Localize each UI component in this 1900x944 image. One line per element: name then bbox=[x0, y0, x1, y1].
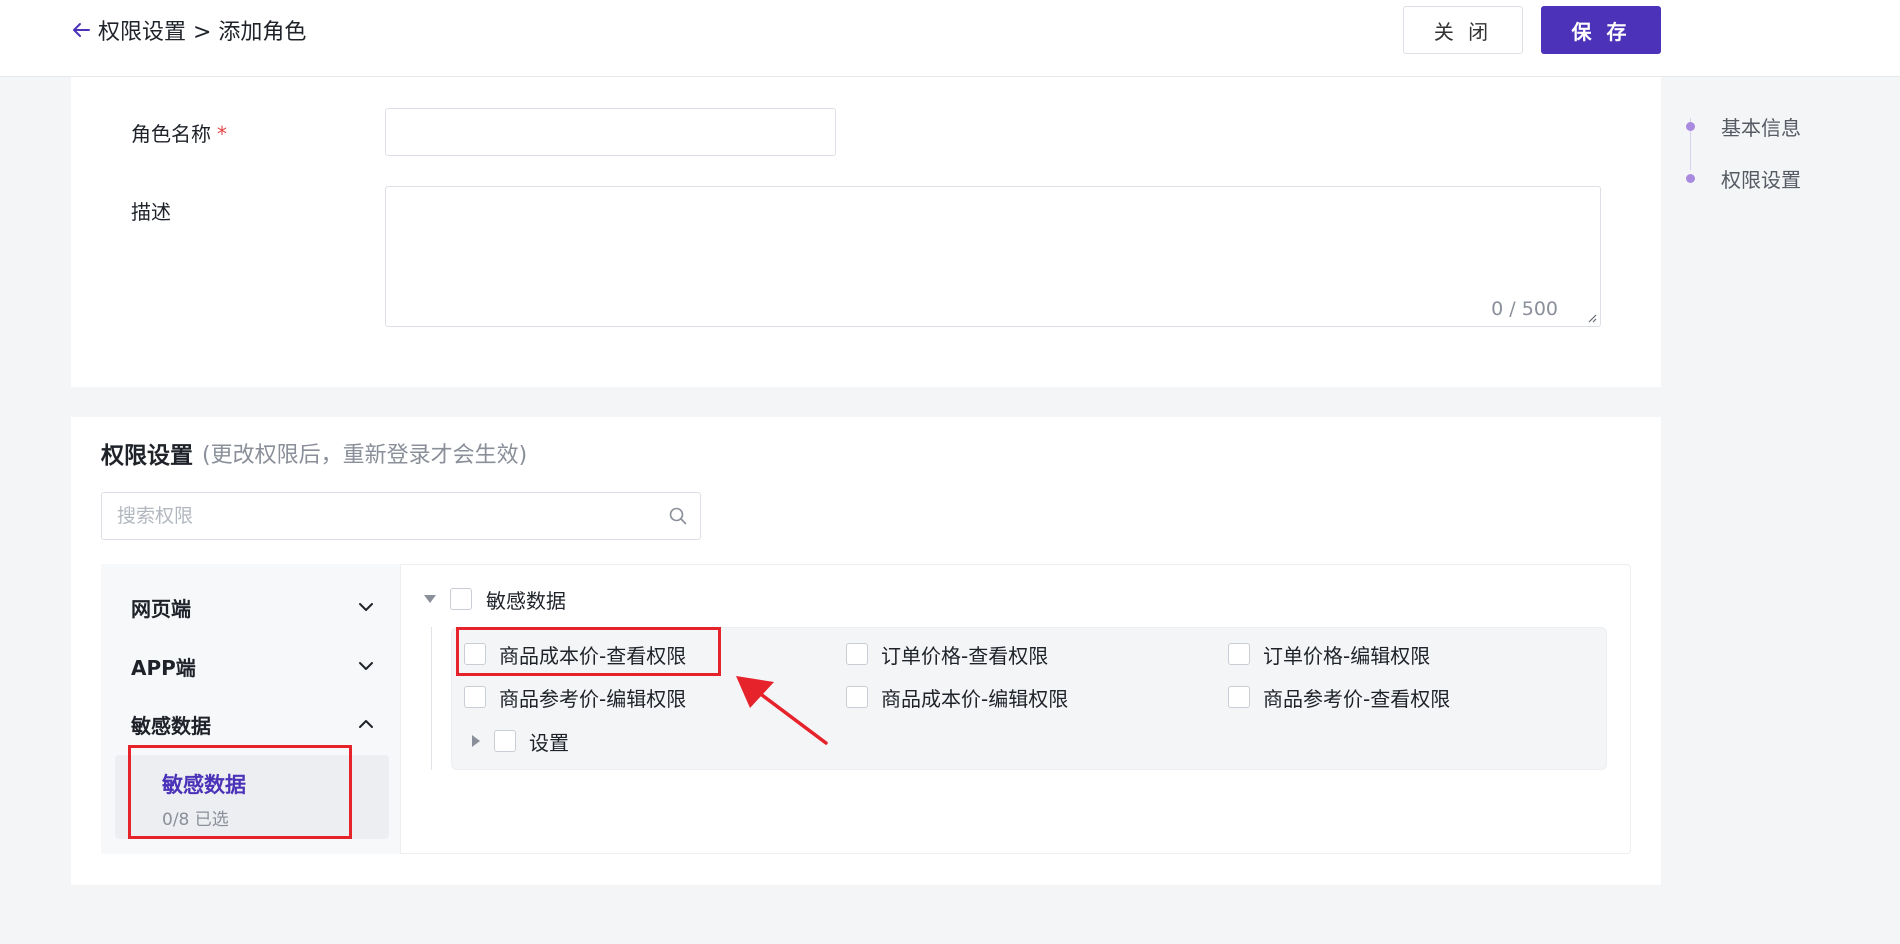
checkbox[interactable] bbox=[1228, 643, 1250, 665]
group-app[interactable]: APP端 bbox=[131, 646, 376, 686]
tree-guide-line bbox=[431, 627, 432, 770]
perm-item[interactable]: 订单价格-编辑权限 bbox=[1228, 639, 1430, 669]
checkbox[interactable] bbox=[494, 730, 516, 752]
close-button[interactable]: 关 闭 bbox=[1403, 6, 1523, 54]
checkbox[interactable] bbox=[464, 686, 486, 708]
caret-right-icon[interactable] bbox=[472, 735, 480, 747]
perm-item[interactable]: 商品参考价-编辑权限 bbox=[464, 682, 686, 712]
chevron-down-icon bbox=[359, 603, 373, 611]
annotation-arrow-icon bbox=[736, 676, 828, 745]
perm-item[interactable]: 商品参考价-查看权限 bbox=[1228, 682, 1450, 712]
permission-search bbox=[101, 492, 701, 540]
save-button[interactable]: 保 存 bbox=[1541, 6, 1661, 54]
selected-count: 0/8 已选 bbox=[162, 810, 229, 830]
page-header: 权限设置 > 添加角色 关 闭 保 存 bbox=[0, 0, 1900, 77]
resize-handle-icon[interactable] bbox=[1587, 313, 1597, 323]
role-name-input[interactable] bbox=[385, 108, 836, 156]
breadcrumb: 权限设置 > 添加角色 bbox=[98, 20, 307, 45]
anchor-dot bbox=[1686, 173, 1695, 183]
chevron-up-icon bbox=[359, 720, 373, 728]
group-web[interactable]: 网页端 bbox=[131, 587, 376, 627]
tree-root-label: 敏感数据 bbox=[486, 588, 566, 613]
tree-root: 敏感数据 bbox=[424, 583, 566, 615]
checkbox[interactable] bbox=[846, 643, 868, 665]
anchor-permission-settings[interactable]: 权限设置 bbox=[1681, 152, 1881, 204]
required-mark: * bbox=[217, 122, 227, 146]
search-icon[interactable] bbox=[668, 506, 688, 526]
perm-group-settings[interactable]: 设置 bbox=[472, 726, 569, 756]
caret-down-icon[interactable] bbox=[424, 595, 436, 603]
chevron-down-icon bbox=[359, 662, 373, 670]
char-counter: 0 / 500 bbox=[1491, 298, 1558, 320]
description-label: 描述 bbox=[131, 200, 171, 224]
sidebar-item-label: 敏感数据 bbox=[162, 773, 246, 797]
group-sensitive-data[interactable]: 敏感数据 bbox=[131, 704, 376, 744]
anchor-dot bbox=[1686, 121, 1695, 131]
permission-section-hint: (更改权限后，重新登录才会生效) bbox=[202, 443, 528, 468]
back-link[interactable]: 权限设置 > 添加角色 bbox=[70, 14, 306, 46]
anchor-nav: 基本信息 权限设置 bbox=[1681, 100, 1881, 204]
role-name-label: 角色名称 * bbox=[131, 122, 227, 146]
perm-item[interactable]: 订单价格-查看权限 bbox=[846, 639, 1048, 669]
perm-item[interactable]: 商品成本价-编辑权限 bbox=[846, 682, 1068, 712]
checkbox[interactable] bbox=[1228, 686, 1250, 708]
permission-search-input[interactable] bbox=[102, 493, 642, 539]
anchor-basic-info[interactable]: 基本信息 bbox=[1681, 100, 1881, 152]
permission-section-title: 权限设置 bbox=[101, 443, 193, 469]
sidebar-item-sensitive-data[interactable]: 敏感数据 0/8 已选 bbox=[115, 755, 389, 839]
perm-item[interactable]: 商品成本价-查看权限 bbox=[464, 639, 686, 669]
checkbox[interactable] bbox=[464, 643, 486, 665]
description-textarea[interactable]: 0 / 500 bbox=[385, 186, 1601, 327]
checkbox[interactable] bbox=[846, 686, 868, 708]
arrow-left-icon bbox=[73, 23, 90, 37]
checkbox-root[interactable] bbox=[450, 588, 472, 610]
